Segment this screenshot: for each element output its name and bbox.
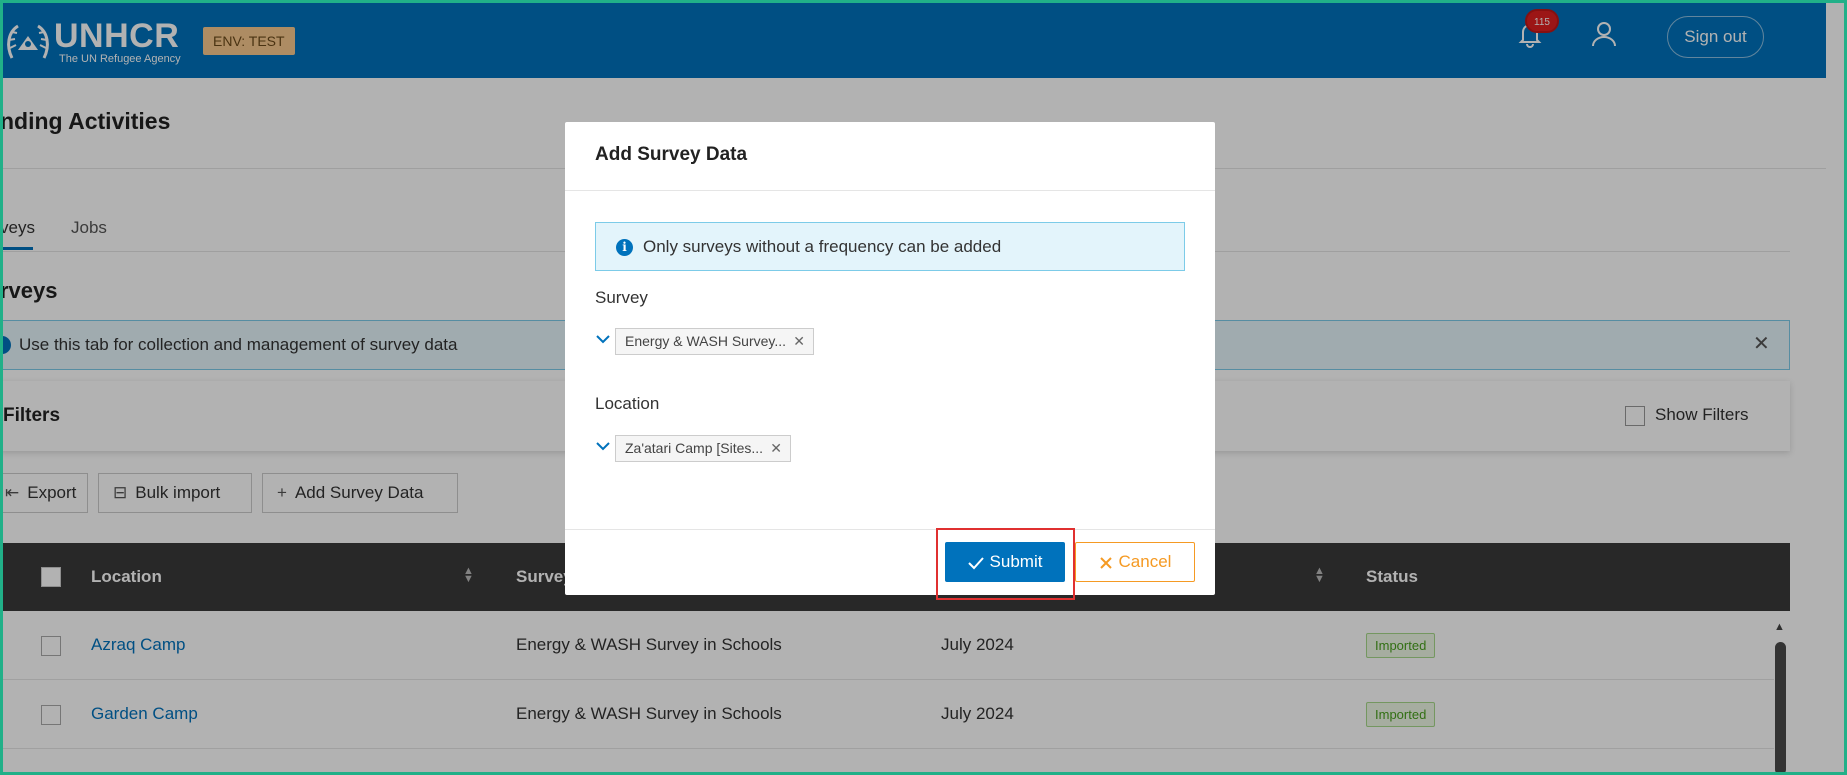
- survey-field-label: Survey: [595, 288, 648, 307]
- add-survey-data-modal: Add Survey Data i Only surveys without a…: [565, 122, 1215, 600]
- submit-highlight-box: [936, 528, 1075, 600]
- divider: [565, 190, 1215, 191]
- modal-info-banner: i Only surveys without a frequency can b…: [595, 222, 1185, 271]
- location-field-label: Location: [595, 394, 660, 413]
- location-tag-label: Za'atari Camp [Sites...: [625, 440, 764, 456]
- survey-tag-label: Energy & WASH Survey...: [625, 333, 787, 349]
- chevron-down-icon[interactable]: [595, 333, 611, 345]
- modal-info-text: Only surveys without a frequency can be …: [643, 237, 1002, 256]
- modal-title: Add Survey Data: [595, 144, 748, 165]
- chevron-down-icon[interactable]: [595, 440, 611, 452]
- info-icon: i: [616, 239, 633, 256]
- survey-select-tag: Energy & WASH Survey... ✕: [615, 328, 814, 355]
- remove-tag-icon[interactable]: ✕: [793, 329, 805, 354]
- cancel-button[interactable]: Cancel: [1075, 542, 1195, 582]
- remove-tag-icon[interactable]: ✕: [770, 436, 782, 461]
- location-select-tag: Za'atari Camp [Sites... ✕: [615, 435, 791, 462]
- close-icon: [1099, 556, 1112, 569]
- cancel-label: Cancel: [1118, 552, 1172, 571]
- divider: [565, 529, 1215, 530]
